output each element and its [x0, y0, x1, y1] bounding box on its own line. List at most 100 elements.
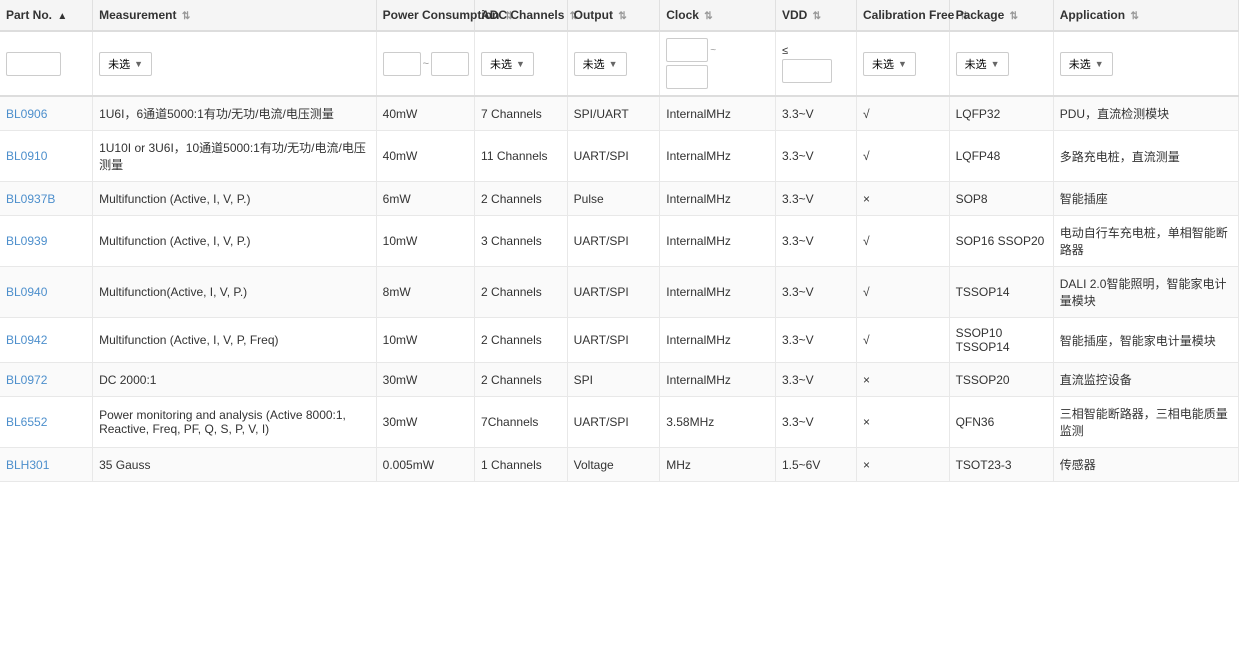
- cal-mark-2: ×: [863, 192, 870, 206]
- filter-input-power-max[interactable]: [431, 52, 469, 76]
- part-link-7[interactable]: BL6552: [6, 415, 47, 429]
- col-header-app[interactable]: Application ⇅: [1053, 0, 1238, 31]
- dropdown-arrow-adc: ▼: [516, 59, 525, 69]
- cell-cal-0: √: [856, 96, 949, 131]
- cell-cal-5: √: [856, 318, 949, 363]
- cal-mark-0: √: [863, 107, 870, 121]
- part-link-3[interactable]: BL0939: [6, 234, 47, 248]
- cell-app-3: 电动自行车充电桩，单相智能断路器: [1053, 216, 1238, 267]
- part-link-6[interactable]: BL0972: [6, 373, 47, 387]
- filter-cell-app: 未选 ▼: [1053, 31, 1238, 96]
- cell-package-3: SOP16 SSOP20: [949, 216, 1053, 267]
- dropdown-arrow-package: ▼: [991, 59, 1000, 69]
- col-header-output[interactable]: Output ⇅: [567, 0, 660, 31]
- col-header-vdd[interactable]: VDD ⇅: [775, 0, 856, 31]
- part-link-1[interactable]: BL0910: [6, 149, 47, 163]
- cell-measurement-8: 35 Gauss: [93, 448, 377, 482]
- col-header-adc[interactable]: ADC Channels ⇅: [475, 0, 568, 31]
- col-header-cal[interactable]: Calibration Free ⇅: [856, 0, 949, 31]
- col-header-package[interactable]: Package ⇅: [949, 0, 1053, 31]
- filter-dropdown-package[interactable]: 未选 ▼: [956, 52, 1009, 76]
- part-link-2[interactable]: BL0937B: [6, 192, 55, 206]
- cell-power-8: 0.005mW: [376, 448, 474, 482]
- cell-package-4: TSSOP14: [949, 267, 1053, 318]
- filter-input-part[interactable]: [6, 52, 61, 76]
- filter-dropdown-app-label: 未选: [1069, 56, 1091, 72]
- cell-clock-3: InternalMHz: [660, 216, 776, 267]
- cell-cal-8: ×: [856, 448, 949, 482]
- cal-mark-5: √: [863, 333, 870, 347]
- cell-cal-1: √: [856, 131, 949, 182]
- cell-measurement-3: Multifunction (Active, I, V, P.): [93, 216, 377, 267]
- cal-mark-6: ×: [863, 373, 870, 387]
- dropdown-arrow-measurement: ▼: [134, 59, 143, 69]
- filter-dropdown-app[interactable]: 未选 ▼: [1060, 52, 1113, 76]
- cell-adc-6: 2 Channels: [475, 363, 568, 397]
- col-header-measurement[interactable]: Measurement ⇅: [93, 0, 377, 31]
- filter-dropdown-measurement[interactable]: 未选 ▼: [99, 52, 152, 76]
- filter-cell-cal: 未选 ▼: [856, 31, 949, 96]
- part-link-8[interactable]: BLH301: [6, 458, 49, 472]
- cell-power-7: 30mW: [376, 397, 474, 448]
- cal-mark-4: √: [863, 285, 870, 299]
- filter-dropdown-adc[interactable]: 未选 ▼: [481, 52, 534, 76]
- cell-vdd-6: 3.3~V: [775, 363, 856, 397]
- cell-cal-3: √: [856, 216, 949, 267]
- cell-power-3: 10mW: [376, 216, 474, 267]
- cell-cal-6: ×: [856, 363, 949, 397]
- col-header-vdd-label: VDD: [782, 8, 807, 22]
- part-link-5[interactable]: BL0942: [6, 333, 47, 347]
- cell-power-4: 8mW: [376, 267, 474, 318]
- part-link-4[interactable]: BL0940: [6, 285, 47, 299]
- filter-dropdown-cal-label: 未选: [872, 56, 894, 72]
- cell-clock-0: InternalMHz: [660, 96, 776, 131]
- cell-power-0: 40mW: [376, 96, 474, 131]
- filter-dropdown-output[interactable]: 未选 ▼: [574, 52, 627, 76]
- cell-power-6: 30mW: [376, 363, 474, 397]
- filter-input-clock-max[interactable]: [666, 65, 708, 89]
- col-header-part[interactable]: Part No. ▲: [0, 0, 93, 31]
- filter-cell-output: 未选 ▼: [567, 31, 660, 96]
- filter-row: 未选 ▼ ~ 未选 ▼: [0, 31, 1239, 96]
- cell-part-3: BL0939: [0, 216, 93, 267]
- header-row: Part No. ▲ Measurement ⇅ Power Consumpti…: [0, 0, 1239, 31]
- cell-vdd-7: 3.3~V: [775, 397, 856, 448]
- dropdown-arrow-output: ▼: [609, 59, 618, 69]
- filter-input-vdd[interactable]: [782, 59, 832, 83]
- col-header-clock[interactable]: Clock ⇅: [660, 0, 776, 31]
- filter-dropdown-cal[interactable]: 未选 ▼: [863, 52, 916, 76]
- cell-package-0: LQFP32: [949, 96, 1053, 131]
- cell-adc-0: 7 Channels: [475, 96, 568, 131]
- filter-input-clock-min[interactable]: [666, 38, 708, 62]
- cell-adc-5: 2 Channels: [475, 318, 568, 363]
- cell-vdd-5: 3.3~V: [775, 318, 856, 363]
- cell-clock-8: MHz: [660, 448, 776, 482]
- sort-icon-vdd: ⇅: [813, 11, 821, 22]
- table-row: BL0940Multifunction(Active, I, V, P.)8mW…: [0, 267, 1239, 318]
- cell-power-1: 40mW: [376, 131, 474, 182]
- part-link-0[interactable]: BL0906: [6, 107, 47, 121]
- table-row: BL0939 Multifunction (Active, I, V, P.)10…: [0, 216, 1239, 267]
- col-header-adc-label: ADC Channels: [481, 8, 564, 22]
- col-header-part-label: Part No.: [6, 8, 52, 22]
- filter-cell-clock: ~: [660, 31, 776, 96]
- cal-mark-8: ×: [863, 458, 870, 472]
- cell-package-1: LQFP48: [949, 131, 1053, 182]
- col-header-measurement-label: Measurement: [99, 8, 176, 22]
- cell-adc-1: 11 Channels: [475, 131, 568, 182]
- cell-clock-2: InternalMHz: [660, 182, 776, 216]
- cell-package-6: TSSOP20: [949, 363, 1053, 397]
- cell-measurement-2: Multifunction (Active, I, V, P.): [93, 182, 377, 216]
- cell-clock-1: InternalMHz: [660, 131, 776, 182]
- cell-measurement-1: 1U10I or 3U6I，10通道5000:1有功/无功/电流/电压测量: [93, 131, 377, 182]
- cell-power-5: 10mW: [376, 318, 474, 363]
- filter-dropdown-measurement-label: 未选: [108, 56, 130, 72]
- cell-app-8: 传感器: [1053, 448, 1238, 482]
- col-header-cal-label: Calibration Free: [863, 8, 954, 22]
- cell-part-8: BLH301: [0, 448, 93, 482]
- filter-range-clock: ~: [666, 38, 769, 89]
- cell-vdd-1: 3.3~V: [775, 131, 856, 182]
- filter-input-power-min[interactable]: [383, 52, 421, 76]
- cell-adc-2: 2 Channels: [475, 182, 568, 216]
- col-header-power[interactable]: Power Consumption ⇅: [376, 0, 474, 31]
